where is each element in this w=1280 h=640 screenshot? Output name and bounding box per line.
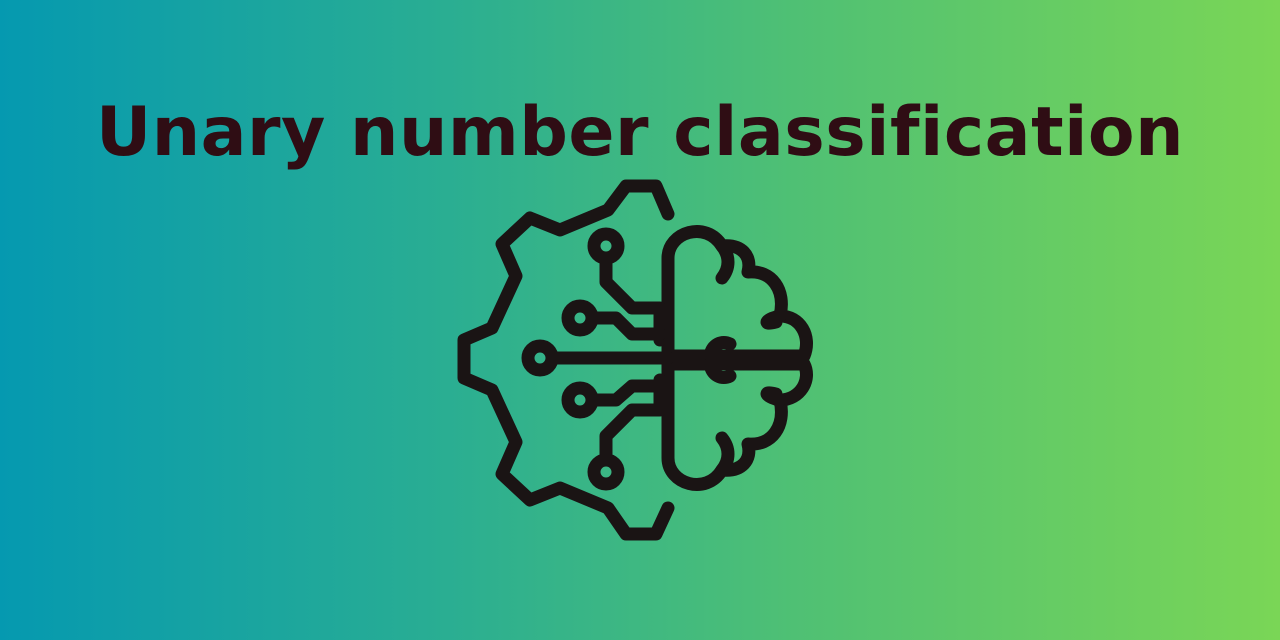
- banner: Unary number classification: [0, 0, 1280, 640]
- page-title: Unary number classification: [95, 93, 1185, 172]
- ai-brain-gear-icon: [440, 170, 840, 560]
